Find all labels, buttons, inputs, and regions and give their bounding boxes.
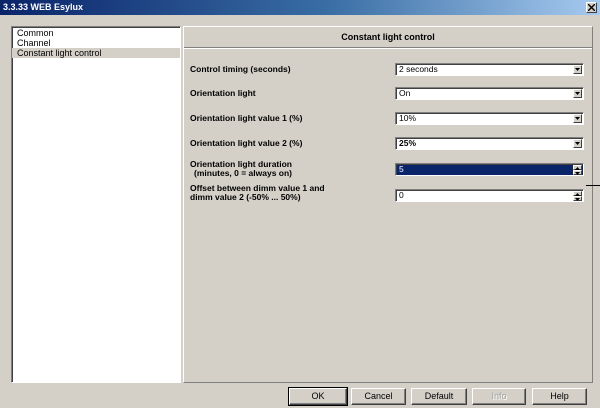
parameter-panel: Constant light control Control timing (s… — [183, 26, 593, 383]
orientation-duration-label: Orientation light duration (minutes, 0 =… — [190, 160, 292, 178]
offset-dimm-label-line2: dimm value 2 (-50% ... 50%) — [190, 192, 301, 202]
default-button[interactable]: Default — [411, 388, 467, 405]
orientation-value2-dropdown[interactable]: 25% — [395, 137, 584, 150]
info-button[interactable]: Info — [472, 388, 526, 405]
chevron-down-icon — [575, 117, 580, 120]
dropdown-arrow-button[interactable] — [573, 65, 582, 74]
orientation-light-value: On — [399, 88, 411, 98]
orientation-duration-label-line2: (minutes, 0 = always on) — [194, 168, 293, 178]
ok-button[interactable]: OK — [288, 387, 348, 406]
orientation-duration-value: 5 — [399, 164, 404, 174]
sidebar-tree[interactable]: Common Channel Constant light control — [11, 26, 181, 383]
spin-down-icon — [575, 172, 580, 175]
orientation-value2-label: Orientation light value 2 (%) — [190, 138, 303, 148]
offset-dimm-label: Offset between dimm value 1 and dimm val… — [190, 184, 325, 202]
dropdown-arrow-button[interactable] — [573, 139, 582, 148]
control-timing-dropdown[interactable]: 2 seconds — [395, 63, 584, 76]
orientation-value2-value: 25% — [399, 138, 417, 148]
dropdown-arrow-button[interactable] — [573, 89, 582, 98]
cancel-button[interactable]: Cancel — [351, 388, 406, 405]
close-button[interactable] — [586, 2, 597, 13]
spinner-buttons[interactable] — [573, 191, 582, 201]
orientation-value1-label: Orientation light value 1 (%) — [190, 113, 303, 123]
orientation-duration-spinner[interactable]: 5 — [395, 163, 584, 176]
orientation-value1-value: 10% — [399, 113, 417, 123]
sidebar-item-constant-light-control[interactable]: Constant light control — [12, 48, 180, 58]
button-bar: OK Cancel Default Info Help — [183, 386, 593, 408]
dropdown-arrow-button[interactable] — [573, 114, 582, 123]
spinner-buttons[interactable] — [573, 165, 582, 175]
orientation-light-label: Orientation light — [190, 88, 256, 98]
help-button[interactable]: Help — [532, 388, 587, 405]
control-timing-label: Control timing (seconds) — [190, 64, 291, 74]
offset-dimm-spinner[interactable]: 0 — [395, 189, 584, 202]
orientation-light-dropdown[interactable]: On — [395, 87, 584, 100]
dialog-window: Common Channel Constant light control Co… — [0, 15, 600, 406]
window-titlebar[interactable]: 3.3.33 WEB Esylux — [0, 0, 600, 15]
close-icon — [588, 4, 595, 11]
spin-down-icon — [575, 198, 580, 201]
chevron-down-icon — [575, 68, 580, 71]
offset-dimm-value: 0 — [399, 190, 404, 200]
control-timing-value: 2 seconds — [399, 64, 438, 74]
window-title: 3.3.33 WEB Esylux — [3, 2, 84, 12]
orientation-value1-dropdown[interactable]: 10% — [395, 112, 584, 125]
chevron-down-icon — [575, 142, 580, 145]
spin-down-button[interactable] — [573, 196, 582, 201]
chevron-down-icon — [575, 92, 580, 95]
sidebar-item-common[interactable]: Common — [12, 28, 180, 38]
panel-title: Constant light control — [184, 27, 592, 48]
pointer-line — [586, 185, 600, 186]
sidebar-item-channel[interactable]: Channel — [12, 38, 180, 48]
spin-down-button[interactable] — [573, 170, 582, 175]
